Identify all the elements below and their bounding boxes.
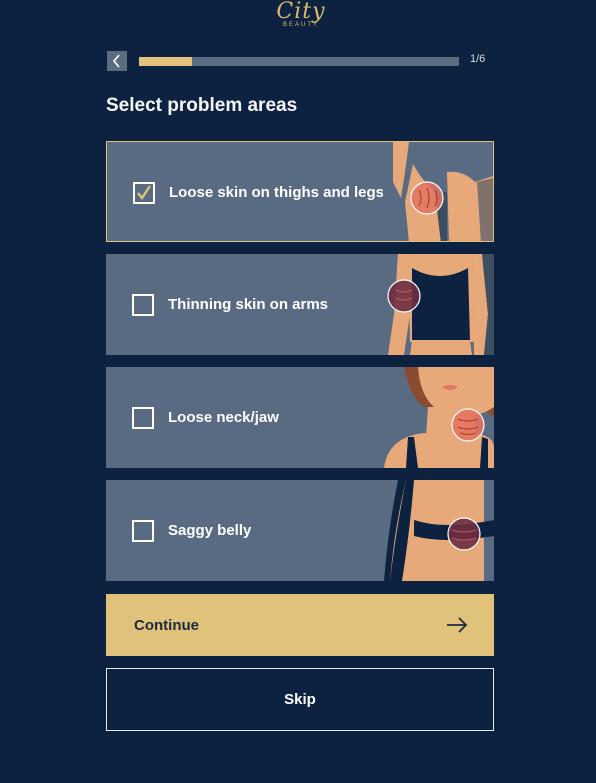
continue-button[interactable]: Continue xyxy=(106,594,494,656)
brand-logo: City BEAUTY xyxy=(266,0,336,30)
progress-bar-fill xyxy=(139,57,193,66)
option-label: Loose skin on thighs and legs xyxy=(169,184,385,201)
skip-button[interactable]: Skip xyxy=(106,668,494,731)
progress-step-count: 1/6 xyxy=(470,53,486,65)
skip-button-label: Skip xyxy=(284,691,316,708)
back-button[interactable] xyxy=(107,51,127,71)
option-arms[interactable]: Thinning skin on arms xyxy=(106,254,494,355)
option-label: Saggy belly xyxy=(168,522,252,539)
page-title: Select problem areas xyxy=(106,95,298,116)
option-checkbox[interactable] xyxy=(133,182,155,204)
option-thighs-legs[interactable]: Loose skin on thighs and legs xyxy=(106,141,494,242)
option-label: Loose neck/jaw xyxy=(168,409,279,426)
progress-bar xyxy=(139,57,459,66)
chevron-left-icon xyxy=(112,54,120,68)
option-label: Thinning skin on arms xyxy=(168,296,329,313)
option-checkbox[interactable] xyxy=(132,294,154,316)
belly-illustration xyxy=(384,480,494,581)
arms-illustration xyxy=(387,254,494,355)
arrow-right-icon xyxy=(447,617,468,633)
neck-jaw-illustration xyxy=(384,367,494,468)
option-checkbox[interactable] xyxy=(132,407,154,429)
checkmark-icon xyxy=(137,185,151,201)
continue-button-label: Continue xyxy=(134,616,199,634)
option-checkbox[interactable] xyxy=(132,520,154,542)
option-neck-jaw[interactable]: Loose neck/jaw xyxy=(106,367,494,468)
option-belly[interactable]: Saggy belly xyxy=(106,480,494,581)
brand-logo-script: City xyxy=(276,0,326,24)
thighs-illustration xyxy=(383,142,493,241)
